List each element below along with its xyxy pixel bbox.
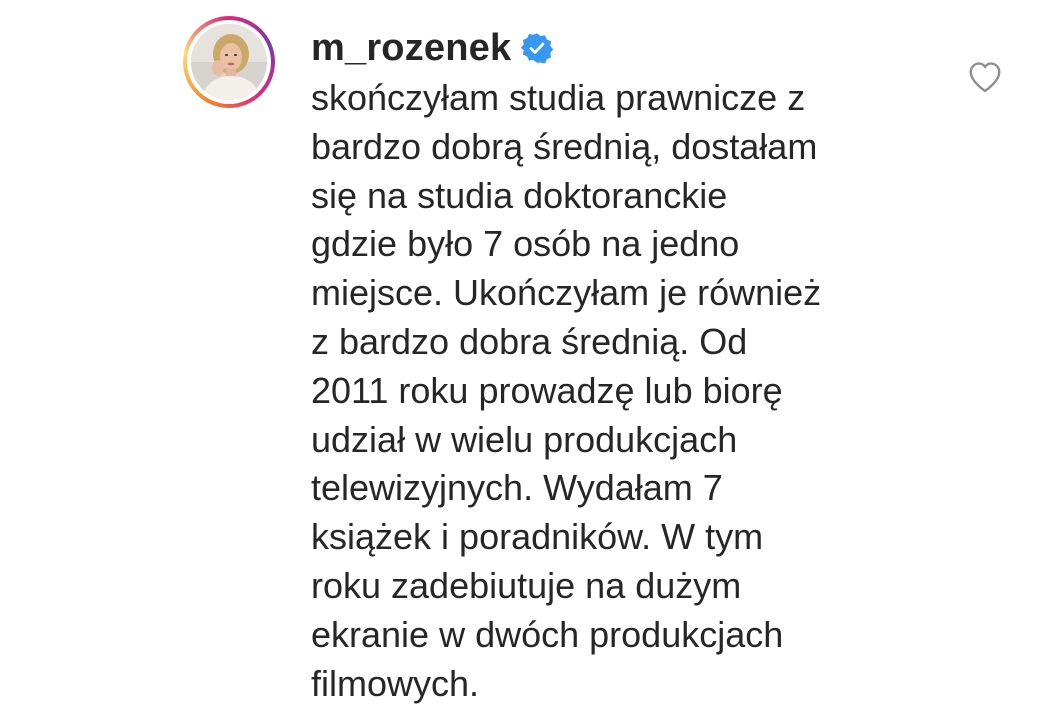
comment-line-1: skończyłam studia prawnicze z — [311, 77, 806, 118]
comment-line-2: bardzo dobrą średnią, dostałam — [311, 125, 818, 167]
like-heart-icon[interactable] — [966, 58, 1004, 96]
story-ring[interactable] — [183, 16, 275, 108]
comment-line-7: 2011 roku prowadzę lub biorę — [311, 369, 783, 411]
comment-body: skończyłam studia prawnicze z bardzo dob… — [311, 74, 951, 708]
avatar-gap — [187, 20, 271, 104]
comment-line-6: z bardzo dobra średnią. Od — [311, 320, 748, 362]
comment-line-8: udział w wielu produkcjach — [311, 418, 738, 460]
comment-item: m_rozenek skończyłam studia prawnicze z … — [0, 0, 1053, 704]
comment-line-4: gdzie było 7 osób na jedno — [311, 223, 740, 265]
comment-line-9: telewizyjnych. Wydałam 7 — [311, 467, 723, 509]
comment-line-11: roku zadebiutuje na dużym — [311, 564, 742, 606]
comment-line-12: ekranie w dwóch produkcjach — [311, 613, 784, 655]
comment-header: m_rozenek — [311, 22, 554, 74]
avatar-photo — [191, 24, 267, 100]
avatar[interactable] — [191, 24, 267, 100]
comment-line-3: się na studia doktoranckie — [311, 174, 728, 216]
comment-line-10: książek i poradników. W tym — [311, 516, 764, 558]
comment-line-13: filmowych. — [311, 662, 480, 704]
verified-badge-icon — [521, 32, 554, 64]
comment-line-5: miejsce. Ukończyłam je również — [311, 272, 822, 314]
username-link[interactable]: m_rozenek — [311, 29, 511, 67]
